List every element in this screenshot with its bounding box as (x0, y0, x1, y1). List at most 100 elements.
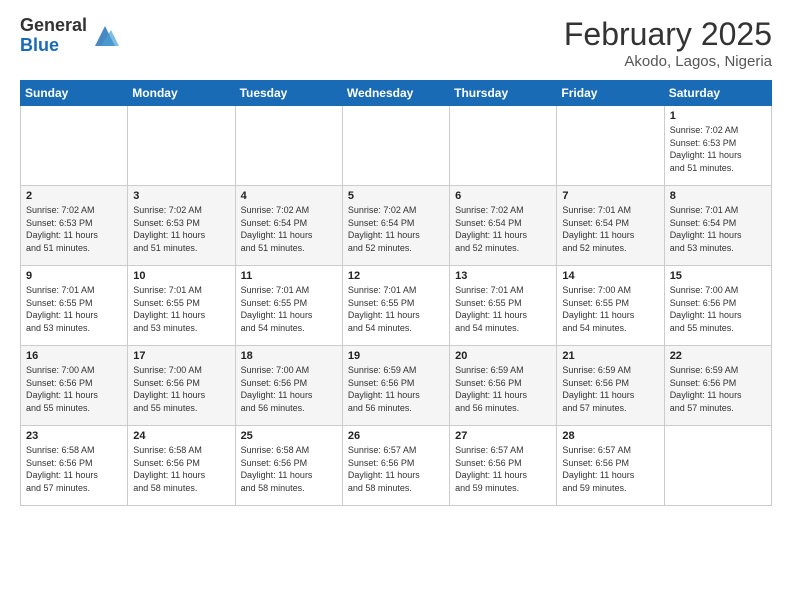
cell-info: Sunrise: 7:02 AM Sunset: 6:54 PM Dayligh… (241, 204, 337, 254)
logo-general: General (20, 16, 87, 36)
cell-info: Sunrise: 7:01 AM Sunset: 6:54 PM Dayligh… (562, 204, 658, 254)
cell-date: 19 (348, 350, 444, 362)
cell-date: 25 (241, 430, 337, 442)
calendar-cell (128, 106, 235, 186)
cell-date: 7 (562, 190, 658, 202)
calendar-cell: 4 Sunrise: 7:02 AM Sunset: 6:54 PM Daylig… (235, 186, 342, 266)
cell-info: Sunrise: 7:02 AM Sunset: 6:54 PM Dayligh… (455, 204, 551, 254)
calendar-subtitle: Akodo, Lagos, Nigeria (564, 53, 772, 70)
cell-date: 24 (133, 430, 229, 442)
weekday-header-tuesday: Tuesday (235, 81, 342, 106)
logo-text: General Blue (20, 16, 87, 56)
cell-date: 14 (562, 270, 658, 282)
calendar-cell: 5Sunrise: 7:02 AM Sunset: 6:54 PM Daylig… (342, 186, 449, 266)
calendar-cell: 14 Sunrise: 7:00 AM Sunset: 6:55 PM Dayli… (557, 266, 664, 346)
calendar-cell: 6 Sunrise: 7:02 AM Sunset: 6:54 PM Daylig… (450, 186, 557, 266)
calendar-cell: 11 Sunrise: 7:01 AM Sunset: 6:55 PM Dayli… (235, 266, 342, 346)
cell-date: 10 (133, 270, 229, 282)
cell-date: 8 (670, 190, 766, 202)
cell-info: Sunrise: 7:01 AM Sunset: 6:55 PM Dayligh… (26, 284, 122, 334)
cell-date: 11 (241, 270, 337, 282)
weekday-header-thursday: Thursday (450, 81, 557, 106)
cell-info: Sunrise: 7:02 AM Sunset: 6:53 PM Dayligh… (670, 124, 766, 174)
calendar-cell: 10Sunrise: 7:01 AM Sunset: 6:55 PM Dayli… (128, 266, 235, 346)
cell-info: Sunrise: 7:00 AM Sunset: 6:56 PM Dayligh… (133, 364, 229, 414)
calendar-cell: 17 Sunrise: 7:00 AM Sunset: 6:56 PM Dayli… (128, 346, 235, 426)
calendar-title: February 2025 (564, 16, 772, 53)
cell-date: 22 (670, 350, 766, 362)
cell-date: 3 (133, 190, 229, 202)
calendar-cell: 26 Sunrise: 6:57 AM Sunset: 6:56 PM Dayli… (342, 426, 449, 506)
calendar-cell: 18 Sunrise: 7:00 AM Sunset: 6:56 PM Dayli… (235, 346, 342, 426)
calendar-cell (235, 106, 342, 186)
calendar-cell: 13 Sunrise: 7:01 AM Sunset: 6:55 PM Dayli… (450, 266, 557, 346)
cell-date: 16 (26, 350, 122, 362)
cell-date: 5 (348, 190, 444, 202)
cell-info: Sunrise: 7:01 AM Sunset: 6:55 PM Dayligh… (455, 284, 551, 334)
weekday-header-monday: Monday (128, 81, 235, 106)
calendar-cell: 28Sunrise: 6:57 AM Sunset: 6:56 PM Dayli… (557, 426, 664, 506)
cell-date: 26 (348, 430, 444, 442)
calendar-cell (664, 426, 771, 506)
cell-info: Sunrise: 7:00 AM Sunset: 6:55 PM Dayligh… (562, 284, 658, 334)
week-row-2: 9Sunrise: 7:01 AM Sunset: 6:55 PM Daylig… (21, 266, 772, 346)
cell-info: Sunrise: 7:00 AM Sunset: 6:56 PM Dayligh… (670, 284, 766, 334)
calendar-cell: 20 Sunrise: 6:59 AM Sunset: 6:56 PM Dayli… (450, 346, 557, 426)
week-row-1: 2 Sunrise: 7:02 AM Sunset: 6:53 PM Daylig… (21, 186, 772, 266)
cell-date: 4 (241, 190, 337, 202)
cell-info: Sunrise: 7:02 AM Sunset: 6:53 PM Dayligh… (26, 204, 122, 254)
calendar-cell (342, 106, 449, 186)
calendar-cell: 24 Sunrise: 6:58 AM Sunset: 6:56 PM Dayli… (128, 426, 235, 506)
calendar-cell (21, 106, 128, 186)
cell-date: 1 (670, 110, 766, 122)
cell-info: Sunrise: 6:59 AM Sunset: 6:56 PM Dayligh… (348, 364, 444, 414)
week-row-4: 23 Sunrise: 6:58 AM Sunset: 6:56 PM Dayli… (21, 426, 772, 506)
week-row-3: 16 Sunrise: 7:00 AM Sunset: 6:56 PM Dayli… (21, 346, 772, 426)
cell-date: 21 (562, 350, 658, 362)
weekday-header-sunday: Sunday (21, 81, 128, 106)
cell-date: 27 (455, 430, 551, 442)
logo: General Blue (20, 16, 119, 56)
calendar-cell: 15 Sunrise: 7:00 AM Sunset: 6:56 PM Dayli… (664, 266, 771, 346)
week-row-0: 1 Sunrise: 7:02 AM Sunset: 6:53 PM Daylig… (21, 106, 772, 186)
cell-date: 13 (455, 270, 551, 282)
cell-info: Sunrise: 7:01 AM Sunset: 6:55 PM Dayligh… (348, 284, 444, 334)
cell-info: Sunrise: 6:58 AM Sunset: 6:56 PM Dayligh… (241, 444, 337, 494)
cell-date: 2 (26, 190, 122, 202)
cell-date: 15 (670, 270, 766, 282)
logo-blue: Blue (20, 36, 87, 56)
cell-info: Sunrise: 7:00 AM Sunset: 6:56 PM Dayligh… (241, 364, 337, 414)
calendar-cell: 8 Sunrise: 7:01 AM Sunset: 6:54 PM Daylig… (664, 186, 771, 266)
calendar-cell: 27 Sunrise: 6:57 AM Sunset: 6:56 PM Dayli… (450, 426, 557, 506)
calendar-table: SundayMondayTuesdayWednesdayThursdayFrid… (20, 80, 772, 506)
cell-info: Sunrise: 6:57 AM Sunset: 6:56 PM Dayligh… (348, 444, 444, 494)
logo-icon (91, 22, 119, 50)
cell-info: Sunrise: 7:01 AM Sunset: 6:54 PM Dayligh… (670, 204, 766, 254)
calendar-cell: 7 Sunrise: 7:01 AM Sunset: 6:54 PM Daylig… (557, 186, 664, 266)
cell-date: 20 (455, 350, 551, 362)
header: General Blue February 2025 Akodo, Lagos,… (20, 16, 772, 70)
cell-date: 23 (26, 430, 122, 442)
cell-date: 18 (241, 350, 337, 362)
calendar-cell: 2 Sunrise: 7:02 AM Sunset: 6:53 PM Daylig… (21, 186, 128, 266)
cell-info: Sunrise: 6:59 AM Sunset: 6:56 PM Dayligh… (455, 364, 551, 414)
cell-info: Sunrise: 6:58 AM Sunset: 6:56 PM Dayligh… (26, 444, 122, 494)
cell-info: Sunrise: 7:01 AM Sunset: 6:55 PM Dayligh… (241, 284, 337, 334)
weekday-header-friday: Friday (557, 81, 664, 106)
calendar-cell: 19 Sunrise: 6:59 AM Sunset: 6:56 PM Dayli… (342, 346, 449, 426)
calendar-cell: 9Sunrise: 7:01 AM Sunset: 6:55 PM Daylig… (21, 266, 128, 346)
calendar-cell: 16 Sunrise: 7:00 AM Sunset: 6:56 PM Dayli… (21, 346, 128, 426)
cell-info: Sunrise: 7:02 AM Sunset: 6:53 PM Dayligh… (133, 204, 229, 254)
weekday-header-wednesday: Wednesday (342, 81, 449, 106)
cell-date: 12 (348, 270, 444, 282)
cell-info: Sunrise: 7:00 AM Sunset: 6:56 PM Dayligh… (26, 364, 122, 414)
title-block: February 2025 Akodo, Lagos, Nigeria (564, 16, 772, 70)
cell-info: Sunrise: 6:57 AM Sunset: 6:56 PM Dayligh… (455, 444, 551, 494)
calendar-cell: 1 Sunrise: 7:02 AM Sunset: 6:53 PM Daylig… (664, 106, 771, 186)
cell-date: 6 (455, 190, 551, 202)
cell-info: Sunrise: 6:58 AM Sunset: 6:56 PM Dayligh… (133, 444, 229, 494)
weekday-header-row: SundayMondayTuesdayWednesdayThursdayFrid… (21, 81, 772, 106)
cell-date: 17 (133, 350, 229, 362)
calendar-cell: 3 Sunrise: 7:02 AM Sunset: 6:53 PM Daylig… (128, 186, 235, 266)
cell-date: 28 (562, 430, 658, 442)
